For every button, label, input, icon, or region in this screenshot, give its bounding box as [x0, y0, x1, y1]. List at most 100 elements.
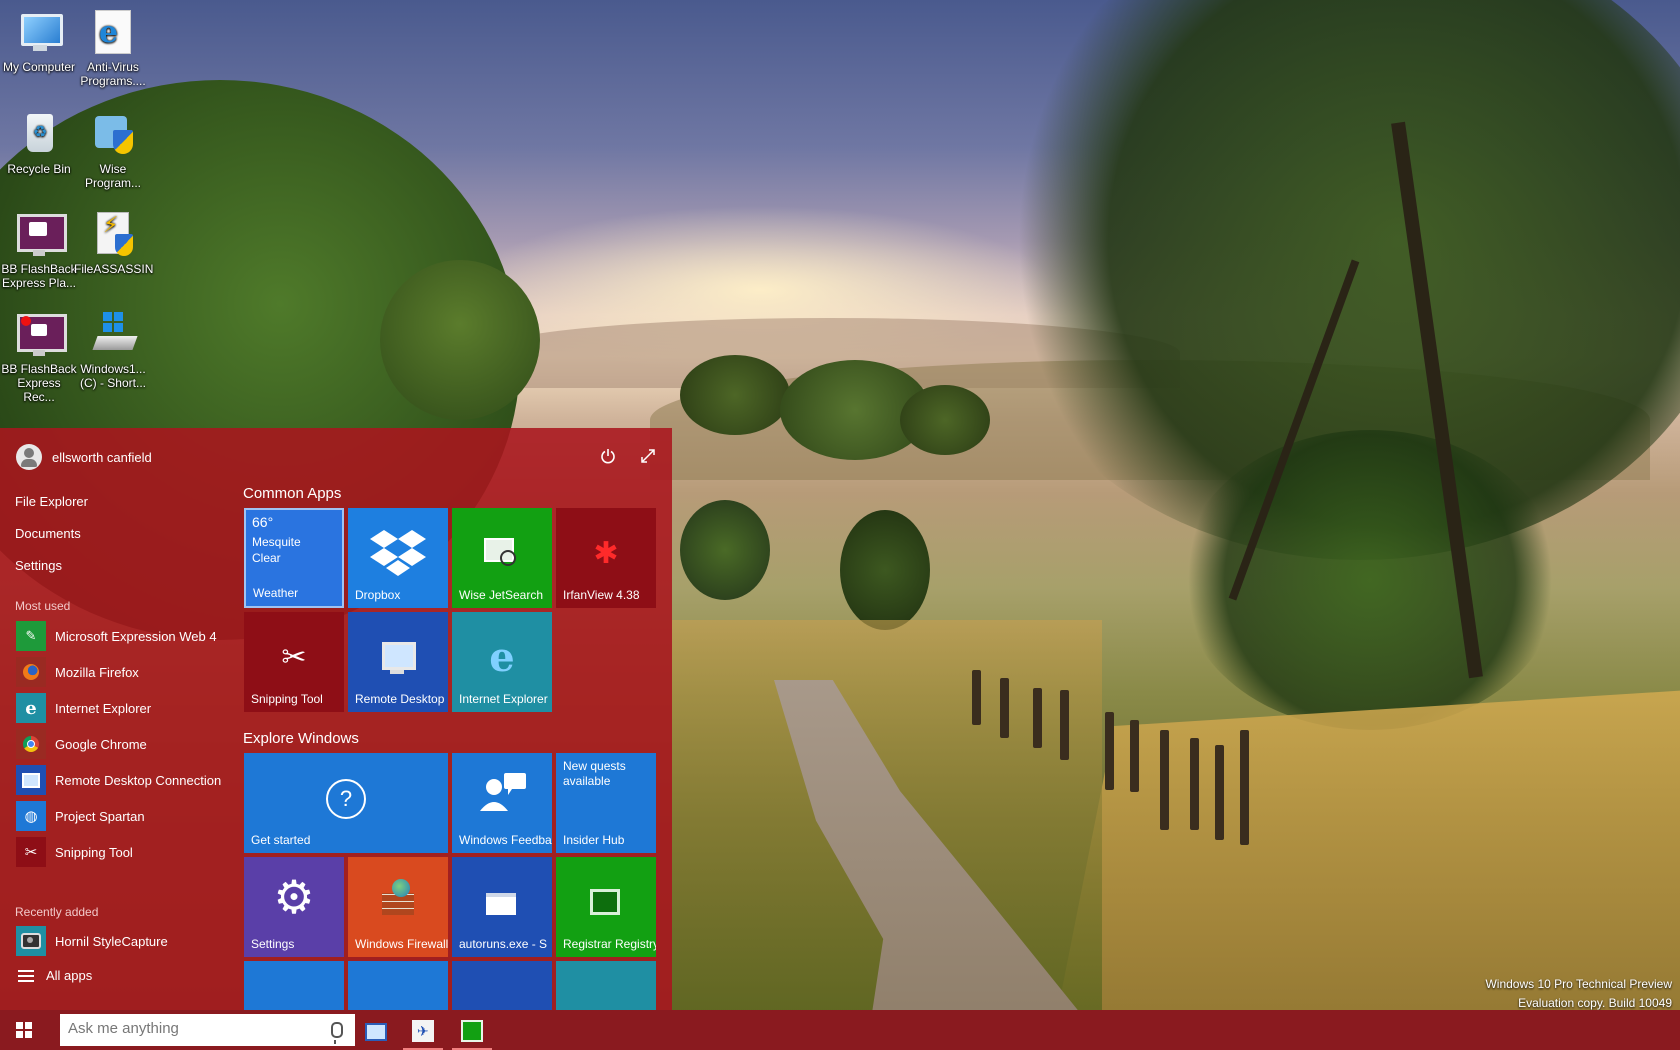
- gear-icon: ⚙: [273, 871, 315, 923]
- recently-added-heading: Recently added: [15, 905, 99, 919]
- tile-internet-explorer[interactable]: e Internet Explorer: [452, 612, 552, 712]
- desktop-icon-label: FileASSASSIN: [74, 262, 154, 276]
- tile-partial[interactable]: [244, 961, 344, 1010]
- irfanview-cat-icon: ✱: [593, 537, 619, 570]
- tile-label: Snipping Tool: [251, 692, 323, 706]
- recycle-bin-icon: ♻: [15, 110, 63, 158]
- app-label: Project Spartan: [55, 808, 145, 824]
- tile-snipping-tool[interactable]: ✂ Snipping Tool: [244, 612, 344, 712]
- tile-label: Windows Feedback: [459, 833, 552, 847]
- tile-partial[interactable]: [556, 961, 656, 1010]
- firefox-icon: [16, 657, 46, 687]
- wallpaper-tree: [680, 355, 790, 435]
- internet-explorer-icon: e: [16, 693, 46, 723]
- tile-wise-jetsearch[interactable]: Wise JetSearch: [452, 508, 552, 608]
- desktop-icon-label: My Computer: [2, 60, 76, 74]
- tile-windows-firewall[interactable]: Windows Firewall: [348, 857, 448, 957]
- app-hornil-stylecapture[interactable]: Hornil StyleCapture: [16, 926, 168, 956]
- tile-get-started[interactable]: ? Get started: [244, 753, 448, 853]
- taskbar-remote-desktop[interactable]: [356, 1014, 396, 1050]
- tile-settings[interactable]: ⚙ Settings: [244, 857, 344, 957]
- tile-label: Windows Firewall: [355, 937, 448, 951]
- video-recorder-icon: [15, 310, 67, 358]
- app-snipping-tool[interactable]: ✂ Snipping Tool: [16, 837, 133, 867]
- microphone-icon[interactable]: [331, 1022, 343, 1044]
- wallpaper-fence-post: [1240, 730, 1249, 845]
- desktop-icon-fileassassin[interactable]: ⚡ FileASSASSIN: [74, 210, 154, 276]
- app-label: Mozilla Firefox: [55, 664, 139, 680]
- tile-partial[interactable]: [452, 961, 552, 1010]
- place-file-explorer[interactable]: File Explorer: [15, 494, 88, 509]
- desktop-icon-recycle-bin[interactable]: ♻ Recycle Bin: [0, 110, 78, 176]
- most-used-heading: Most used: [15, 599, 71, 613]
- expand-button[interactable]: [634, 442, 662, 470]
- all-apps-label: All apps: [46, 968, 93, 983]
- desktop-icon-wise-program[interactable]: Wise Program...: [74, 110, 152, 190]
- tile-weather[interactable]: 66° Mesquite Clear Weather: [244, 508, 344, 608]
- desktop-icon-label: BB FlashBack Express Pla...: [1, 262, 77, 290]
- tile-label: Get started: [251, 833, 311, 847]
- wallpaper-fence-post: [1033, 688, 1042, 748]
- group-title-common-apps: Common Apps: [243, 485, 342, 502]
- tile-partial[interactable]: [348, 961, 448, 1010]
- app-internet-explorer[interactable]: e Internet Explorer: [16, 693, 151, 723]
- expand-icon: [641, 449, 655, 463]
- taskbar-snipping-app[interactable]: ✈: [403, 1014, 443, 1050]
- registry-chip-icon: [590, 889, 620, 915]
- tile-windows-feedback[interactable]: Windows Feedback: [452, 753, 552, 853]
- tile-autoruns[interactable]: autoruns.exe - S: [452, 857, 552, 957]
- tile-label: autoruns.exe - S: [459, 937, 548, 951]
- place-documents[interactable]: Documents: [15, 526, 81, 541]
- tile-insider-hub[interactable]: New quests available Insider Hub: [556, 753, 656, 853]
- internet-explorer-icon: e: [489, 634, 515, 681]
- desktop-icon-windows-drive[interactable]: Windows1... (C) - Short...: [74, 310, 152, 390]
- autoruns-window-icon: [486, 893, 516, 915]
- start-menu: ellsworth canfield File Explorer Documen…: [0, 428, 672, 1010]
- tile-label: Insider Hub: [563, 833, 625, 847]
- app-google-chrome[interactable]: Google Chrome: [16, 729, 147, 759]
- weather-location: Mesquite: [252, 535, 301, 549]
- desktop-icon-flashback-player[interactable]: BB FlashBack Express Pla...: [0, 210, 78, 290]
- power-button[interactable]: [594, 442, 622, 470]
- desktop-icon-flashback-recorder[interactable]: BB FlashBack Express Rec...: [0, 310, 78, 404]
- app-label: Google Chrome: [55, 736, 147, 752]
- insider-hub-line: available: [563, 774, 611, 788]
- internet-explorer-icon: e: [89, 8, 137, 56]
- tile-label: Remote Desktop: [355, 692, 445, 706]
- user-account[interactable]: ellsworth canfield: [16, 442, 152, 472]
- windows-logo-icon: [16, 1031, 23, 1038]
- app-expression-web[interactable]: ✎ Microsoft Expression Web 4: [16, 621, 217, 651]
- tile-label: Weather: [253, 586, 299, 600]
- snipping-app-icon: ✈: [412, 1020, 434, 1042]
- desktop-icon-label: Windows1... (C) - Short...: [79, 362, 146, 390]
- tile-dropbox[interactable]: Dropbox: [348, 508, 448, 608]
- globe-icon: ◍: [16, 801, 46, 831]
- taskbar-registry-app[interactable]: [452, 1014, 492, 1050]
- chrome-icon: [16, 729, 46, 759]
- wallpaper-fence-post: [1105, 712, 1114, 790]
- tile-remote-desktop[interactable]: Remote Desktop: [348, 612, 448, 712]
- desktop-icon-anti-virus[interactable]: e Anti-Virus Programs....: [74, 8, 152, 88]
- desktop-icon-label: Anti-Virus Programs....: [80, 60, 146, 88]
- app-label: Snipping Tool: [55, 844, 133, 860]
- desktop-icon-my-computer[interactable]: My Computer: [0, 8, 78, 74]
- search-box[interactable]: Ask me anything: [60, 1014, 355, 1046]
- app-label: Remote Desktop Connection: [55, 772, 222, 788]
- remote-desktop-icon: [365, 1023, 387, 1041]
- app-project-spartan[interactable]: ◍ Project Spartan: [16, 801, 145, 831]
- camera-icon: [16, 926, 46, 956]
- all-apps-button[interactable]: All apps: [18, 968, 92, 983]
- wallpaper-tree: [900, 385, 990, 455]
- app-firefox[interactable]: Mozilla Firefox: [16, 657, 139, 687]
- start-button[interactable]: [16, 1022, 32, 1038]
- windows-logo-icon: [25, 1022, 32, 1029]
- remote-desktop-icon: [382, 642, 416, 670]
- tile-registrar-registry[interactable]: Registrar Registry: [556, 857, 656, 957]
- place-settings[interactable]: Settings: [15, 558, 62, 573]
- power-icon: [601, 449, 615, 464]
- app-remote-desktop[interactable]: Remote Desktop Connection: [16, 765, 221, 795]
- taskbar: Ask me anything ✈: [0, 1010, 1680, 1050]
- wallpaper-fence-post: [1190, 738, 1199, 830]
- group-title-explore-windows: Explore Windows: [243, 730, 359, 747]
- tile-irfanview[interactable]: ✱ IrfanView 4.38: [556, 508, 656, 608]
